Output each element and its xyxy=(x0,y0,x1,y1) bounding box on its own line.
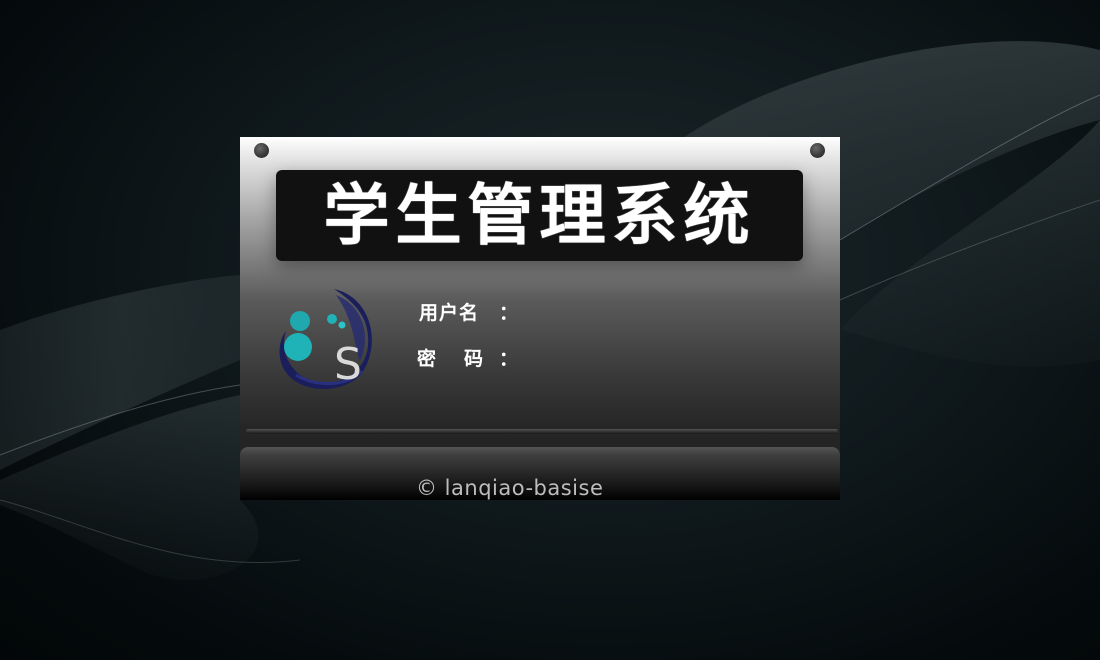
logo-icon: S xyxy=(279,289,372,390)
logo-letter: S xyxy=(334,339,362,390)
screw-left-icon xyxy=(254,143,269,158)
app-title: 学生管理系统 xyxy=(323,176,756,254)
copyright-text: © lanqiao-basise xyxy=(416,476,604,500)
divider xyxy=(246,429,838,434)
username-colon: ： xyxy=(499,302,519,324)
screw-right-icon xyxy=(810,143,825,158)
password-label: 密码 xyxy=(417,348,512,370)
password-input[interactable] xyxy=(520,343,774,371)
password-colon: ： xyxy=(499,348,519,370)
login-panel: 学生管理系统 S 用户名 ： 密码 ： © lanqiao-basise xyxy=(240,137,840,500)
title-banner: 学生管理系统 xyxy=(276,170,803,261)
username-label: 用户名 xyxy=(419,302,480,324)
login-screen: 学生管理系统 S 用户名 ： 密码 ： © lanqiao-basise xyxy=(0,0,1100,660)
username-input[interactable] xyxy=(520,297,774,325)
